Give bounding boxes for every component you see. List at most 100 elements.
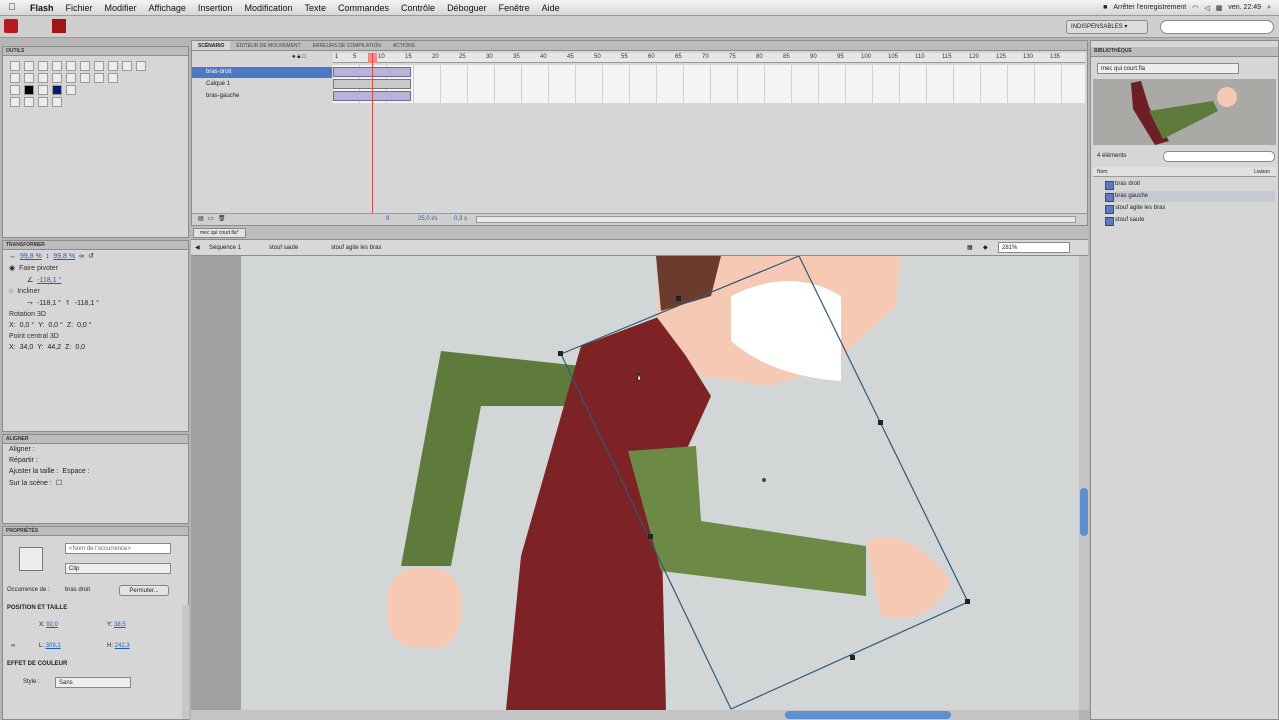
scale-height-value[interactable]: 99,8 % <box>53 253 75 260</box>
symbol-type-select[interactable]: Clip <box>65 563 171 574</box>
lasso-tool-icon[interactable] <box>65 61 76 71</box>
eraser-tool-icon[interactable] <box>79 73 90 83</box>
zoom-tool-icon[interactable] <box>107 73 118 83</box>
document-tab[interactable]: mec qui court.fla* <box>193 228 246 238</box>
breadcrumb-stouf-agite[interactable]: stouf agite les bras <box>331 243 381 253</box>
library-item-selected[interactable]: bras gauche <box>1105 191 1275 202</box>
pencil-tool-icon[interactable] <box>135 61 146 71</box>
skew-h-value[interactable]: -118,1 ° <box>37 300 61 307</box>
fill-color-swatch[interactable] <box>51 85 62 95</box>
smooth-icon[interactable] <box>23 97 34 107</box>
hand-tool-icon[interactable] <box>93 73 104 83</box>
position-size-section[interactable]: POSITION ET TAILLE <box>7 605 67 611</box>
tab-scenario[interactable]: SCÉNARIO <box>192 41 231 50</box>
flag-icon[interactable]: ▦ <box>1216 4 1223 12</box>
y-value[interactable]: 38,5 <box>114 622 126 628</box>
stroke-color-icon[interactable] <box>10 85 20 95</box>
transform-center-point[interactable] <box>762 478 766 482</box>
edit-symbol-icon[interactable]: ◆ <box>983 243 988 253</box>
to-stage-checkbox[interactable]: ☐ <box>56 479 62 487</box>
skew-v-value[interactable]: -118,1 ° <box>75 300 99 307</box>
rotate-value[interactable]: -118,1 ° <box>37 277 61 284</box>
object-drawing-icon[interactable] <box>51 97 62 107</box>
transform-handle[interactable] <box>676 296 681 301</box>
rot3d-z[interactable]: 0,0 ° <box>77 322 91 329</box>
workspace-switcher[interactable]: INDISPENSABLES ▾ <box>1066 20 1148 34</box>
menu-modifier[interactable]: Modifier <box>99 3 143 13</box>
menu-commandes[interactable]: Commandes <box>332 3 395 13</box>
delete-layer-icon[interactable]: 🗑︎ <box>218 214 226 225</box>
color-effect-section[interactable]: EFFET DE COULEUR <box>7 661 67 667</box>
outline-icon[interactable]: □ <box>302 54 306 60</box>
color-style-select[interactable]: Sans <box>55 677 131 688</box>
straighten-icon[interactable] <box>37 97 48 107</box>
transform-handle[interactable] <box>965 599 970 604</box>
stroke-color-swatch[interactable] <box>23 85 34 95</box>
frame-rate[interactable]: 25,0 i/s <box>418 214 437 225</box>
constrain-icon[interactable]: ∞ <box>79 253 84 260</box>
help-search-input[interactable] <box>1160 20 1274 34</box>
playhead[interactable] <box>372 53 373 213</box>
library-document-select[interactable]: mec qui court.fla <box>1097 63 1239 74</box>
center3d-z[interactable]: 0,0 <box>75 344 85 351</box>
swap-colors-icon[interactable] <box>65 85 76 95</box>
menu-modification[interactable]: Modification <box>238 3 298 13</box>
rectangle-tool-icon[interactable] <box>121 61 132 71</box>
swap-symbol-button[interactable]: Permuter... <box>119 585 169 596</box>
rotate-radio[interactable]: ◉ <box>9 264 15 272</box>
center3d-y[interactable]: 44,2 <box>47 344 61 351</box>
breadcrumb-scene[interactable]: Séquence 1 <box>209 243 241 253</box>
edit-scene-icon[interactable]: ▦ <box>967 243 973 253</box>
spotlight-icon[interactable]: ⌕ <box>1267 4 1271 12</box>
stage[interactable] <box>191 256 1079 710</box>
tab-actions[interactable]: ACTIONS <box>387 41 421 50</box>
stage-horizontal-scrollbar[interactable] <box>191 710 1079 720</box>
transform-handle[interactable] <box>648 534 653 539</box>
frame-ruler[interactable]: 1 5 10 15 20 25 30 35 40 45 50 55 60 65 … <box>333 53 1085 63</box>
menu-flash[interactable]: Flash <box>24 3 60 13</box>
x-value[interactable]: 92,0 <box>46 622 58 628</box>
bone-tool-icon[interactable] <box>37 73 48 83</box>
layer-calque-1[interactable]: Calque 1 <box>192 79 332 90</box>
selection-tool-icon[interactable] <box>10 61 20 71</box>
clock[interactable]: ven. 22:49 <box>1228 4 1261 11</box>
menu-controle[interactable]: Contrôle <box>395 3 441 13</box>
menu-fichier[interactable]: Fichier <box>60 3 99 13</box>
instance-name-input[interactable]: <Nom de l'occurrence> <box>65 543 171 554</box>
bridge-icon[interactable] <box>52 19 66 33</box>
menu-aide[interactable]: Aide <box>536 3 566 13</box>
menu-fenetre[interactable]: Fenêtre <box>493 3 536 13</box>
back-arrow-icon[interactable]: ◀ <box>195 243 200 253</box>
rot3d-x[interactable]: 0,0 ° <box>20 322 34 329</box>
wifi-icon[interactable]: ◠ <box>1192 4 1198 12</box>
library-item[interactable]: bras droit <box>1105 179 1140 190</box>
subselection-tool-icon[interactable] <box>23 61 34 71</box>
scale-width-value[interactable]: 99,8 % <box>20 253 42 260</box>
lock-icon[interactable]: 🔒︎ <box>297 54 300 60</box>
hscroll-thumb[interactable] <box>785 711 951 719</box>
h-value[interactable]: 242,3 <box>115 643 130 649</box>
menu-insertion[interactable]: Insertion <box>192 3 239 13</box>
breadcrumb-stouf-saute[interactable]: stouf saute <box>269 243 298 253</box>
menu-affichage[interactable]: Affichage <box>143 3 192 13</box>
transform-handle[interactable] <box>558 351 563 356</box>
transform-handle[interactable] <box>878 420 883 425</box>
paint-bucket-tool-icon[interactable] <box>51 73 62 83</box>
stage-vertical-scrollbar[interactable] <box>1079 256 1089 710</box>
vscroll-thumb[interactable] <box>1080 488 1088 536</box>
link-dimensions-icon[interactable]: ∞ <box>11 643 15 649</box>
stop-recording-label[interactable]: Arrêter l'enregistrement <box>1113 4 1186 11</box>
current-frame[interactable]: 9 <box>386 214 389 225</box>
reset-scale-icon[interactable]: ↺ <box>88 252 94 260</box>
rot3d-y[interactable]: 0,0 ° <box>48 322 62 329</box>
3d-rotation-tool-icon[interactable] <box>51 61 62 71</box>
show-hide-icon[interactable]: ● <box>292 54 296 60</box>
transform-handle[interactable] <box>850 655 855 660</box>
deco-tool-icon[interactable] <box>23 73 34 83</box>
timeline-hscroll[interactable] <box>476 216 1076 223</box>
text-tool-icon[interactable] <box>93 61 104 71</box>
brush-tool-icon[interactable] <box>10 73 20 83</box>
line-tool-icon[interactable] <box>107 61 118 71</box>
free-transform-tool-icon[interactable] <box>37 61 48 71</box>
fill-color-icon[interactable] <box>37 85 48 95</box>
